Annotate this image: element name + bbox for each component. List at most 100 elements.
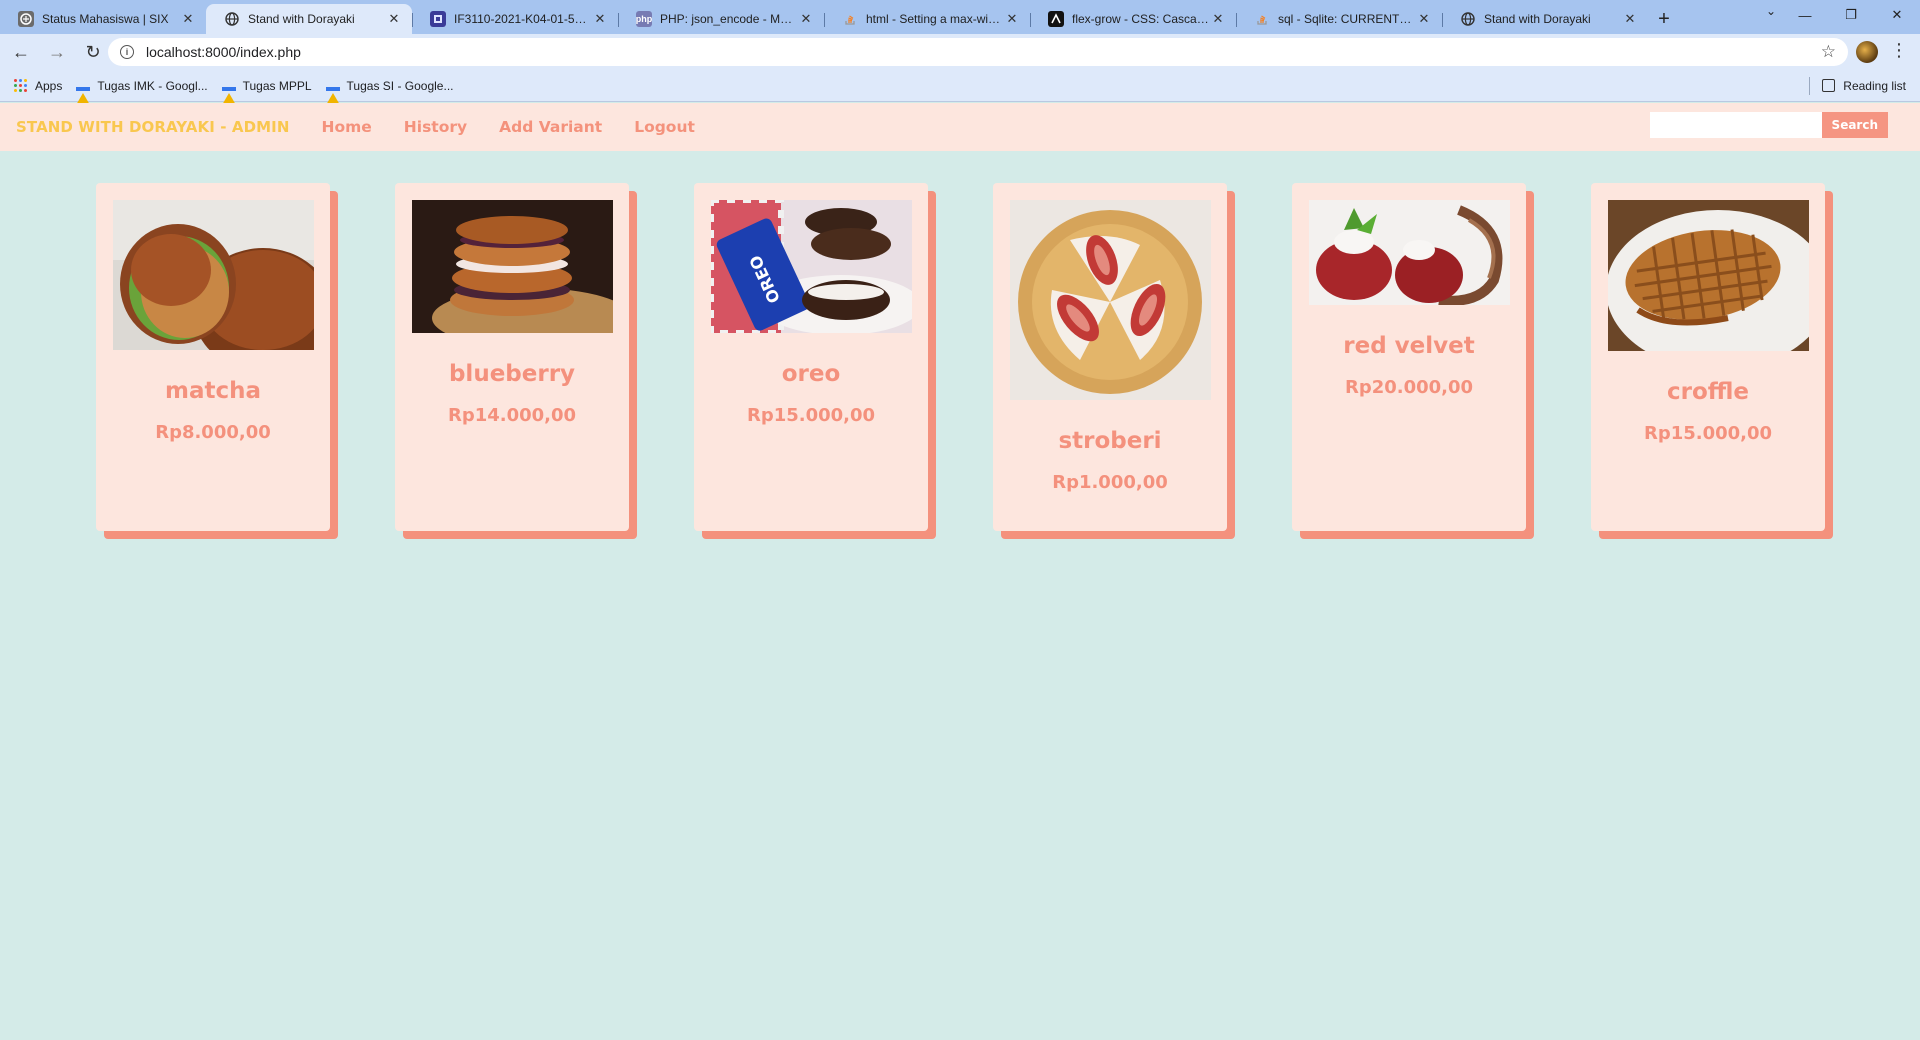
mdn-favicon-icon [1048,11,1064,27]
bookmark-label: Tugas MPPL [242,78,312,93]
browser-tab-strip: Status Mahasiswa | SIX ✕ Stand with Dora… [0,0,1920,34]
browser-tab-title: PHP: json_encode - Manual [660,12,798,26]
variant-card[interactable]: red velvet Rp20.000,00 [1292,183,1526,531]
variant-name: matcha [164,378,261,404]
browser-tab[interactable]: Stand with Dorayaki ✕ [1442,4,1648,34]
browser-tab[interactable]: html - Setting a max-width ✕ [824,4,1030,34]
search-form: Search [1649,112,1888,138]
red-velvet-dorayaki-photo [1308,200,1510,305]
brand-title[interactable]: STAND WITH DORAYAKI - ADMIN [16,118,290,136]
oreo-dorayaki-photo: OREO [710,200,912,333]
globe-icon [224,11,240,27]
browser-tab[interactable]: php PHP: json_encode - Manual ✕ [618,4,824,34]
bookmark-apps[interactable]: Apps [14,78,63,93]
google-drive-icon [221,78,236,105]
variant-card[interactable]: matcha Rp8.000,00 [96,183,330,531]
apps-grid-icon [14,78,28,93]
variant-card[interactable]: croffle Rp15.000,00 [1591,183,1825,531]
restore-icon[interactable]: ❐ [1828,0,1874,30]
variant-name: oreo [781,361,841,387]
close-tab-icon[interactable]: ✕ [1622,11,1638,27]
search-input[interactable] [1649,112,1822,138]
bookmarks-bar: Apps Tugas IMK - Googl... Tugas MPPL Tug… [0,70,1920,105]
browser-tab-title: sql - Sqlite: CURRENT_TIM [1278,12,1416,26]
browser-tab[interactable]: IF3110-2021-K04-01-56 / T ✕ [412,4,618,34]
stackoverflow-favicon-icon [842,11,858,27]
search-button[interactable]: Search [1821,112,1888,138]
nav-link-home[interactable]: Home [322,118,372,136]
variant-card[interactable]: OREO oreo Rp15.000,00 [694,183,928,531]
browser-tab[interactable]: flex-grow - CSS: Cascading ✕ [1030,4,1236,34]
site-info-icon[interactable]: i [120,45,134,59]
browser-tab-title: Stand with Dorayaki [1484,12,1591,26]
google-drive-icon [76,78,91,105]
reading-list-label: Reading list [1843,78,1906,93]
page-viewport: STAND WITH DORAYAKI - ADMIN Home History… [0,103,1920,1040]
gitlab-favicon-icon [430,11,446,27]
divider [1809,76,1811,95]
bookmark-item[interactable]: Tugas IMK - Googl... [76,78,208,105]
close-tab-icon[interactable]: ✕ [1416,11,1432,27]
blueberry-dorayaki-photo [411,200,613,333]
address-bar[interactable]: i localhost:8000/index.php ☆ [108,38,1848,66]
six-favicon-icon [18,11,34,27]
variant-price: Rp8.000,00 [155,422,271,443]
variant-price: Rp15.000,00 [1643,423,1773,444]
bookmark-label: Tugas IMK - Googl... [97,78,208,93]
variant-price: Rp14.000,00 [447,405,577,426]
croffle-photo [1607,200,1809,351]
window-controls: — ❐ ✕ [1782,0,1920,30]
close-tab-icon[interactable]: ✕ [592,11,608,27]
matcha-dorayaki-photo [112,200,314,350]
google-drive-icon [325,78,340,105]
back-arrow-icon[interactable]: ← [6,37,36,67]
close-tab-icon[interactable]: ✕ [1004,11,1020,27]
close-tab-icon[interactable]: ✕ [798,11,814,27]
bookmark-item[interactable]: Tugas MPPL [221,78,312,105]
new-tab-plus-icon[interactable]: + [1648,4,1680,34]
variant-card[interactable]: blueberry Rp14.000,00 [395,183,629,531]
nav-link-logout[interactable]: Logout [634,118,695,136]
browser-tab-title: html - Setting a max-width [866,12,1004,26]
close-tab-icon[interactable]: ✕ [1210,11,1226,27]
address-bar-url: localhost:8000/index.php [146,44,301,60]
close-tab-icon[interactable]: ✕ [180,11,196,27]
browser-toolbar: ← → ↻ i localhost:8000/index.php ☆ ⋮ [0,34,1920,70]
forward-arrow-icon[interactable]: → [42,37,72,67]
browser-tab-title: flex-grow - CSS: Cascading [1072,12,1210,26]
bookmark-item[interactable]: Tugas SI - Google... [325,78,454,105]
variant-name: blueberry [448,361,576,387]
variant-price: Rp15.000,00 [746,405,876,426]
app-navbar: STAND WITH DORAYAKI - ADMIN Home History… [0,103,1920,151]
browser-tab-title: IF3110-2021-K04-01-56 / T [454,12,592,26]
variant-card[interactable]: stroberi Rp1.000,00 [993,183,1227,531]
browser-tab[interactable]: sql - Sqlite: CURRENT_TIM ✕ [1236,4,1442,34]
close-window-icon[interactable]: ✕ [1874,0,1920,30]
variant-name: croffle [1666,379,1750,405]
bookmark-star-icon[interactable]: ☆ [1821,42,1836,62]
stackoverflow-favicon-icon [1254,11,1270,27]
reading-list-icon [1822,79,1836,92]
browser-tab-active[interactable]: Stand with Dorayaki ✕ [206,4,412,34]
strawberry-dorayaki-photo [1009,200,1211,400]
browser-tab-title: Stand with Dorayaki [248,12,355,26]
variant-name: red velvet [1343,333,1475,359]
globe-icon [1460,11,1476,27]
minimize-icon[interactable]: — [1782,0,1828,30]
variant-name: stroberi [1058,428,1162,454]
nav-link-history[interactable]: History [404,118,467,136]
browser-tab-title: Status Mahasiswa | SIX [42,12,169,26]
tab-search-chevron-icon[interactable]: ⌄ [1766,4,1776,18]
browser-menu-icon[interactable]: ⋮ [1890,40,1908,61]
variant-price: Rp20.000,00 [1344,377,1474,398]
close-tab-icon[interactable]: ✕ [386,11,402,27]
bookmark-label: Tugas SI - Google... [346,78,454,93]
php-favicon-icon: php [636,11,652,27]
nav-link-add-variant[interactable]: Add Variant [499,118,602,136]
profile-avatar-icon[interactable] [1856,41,1878,63]
reading-list[interactable]: Reading list [1809,76,1906,95]
reload-icon[interactable]: ↻ [78,37,108,67]
variant-price: Rp1.000,00 [1052,472,1168,493]
browser-tab[interactable]: Status Mahasiswa | SIX ✕ [0,4,206,34]
bookmark-label: Apps [35,78,63,93]
